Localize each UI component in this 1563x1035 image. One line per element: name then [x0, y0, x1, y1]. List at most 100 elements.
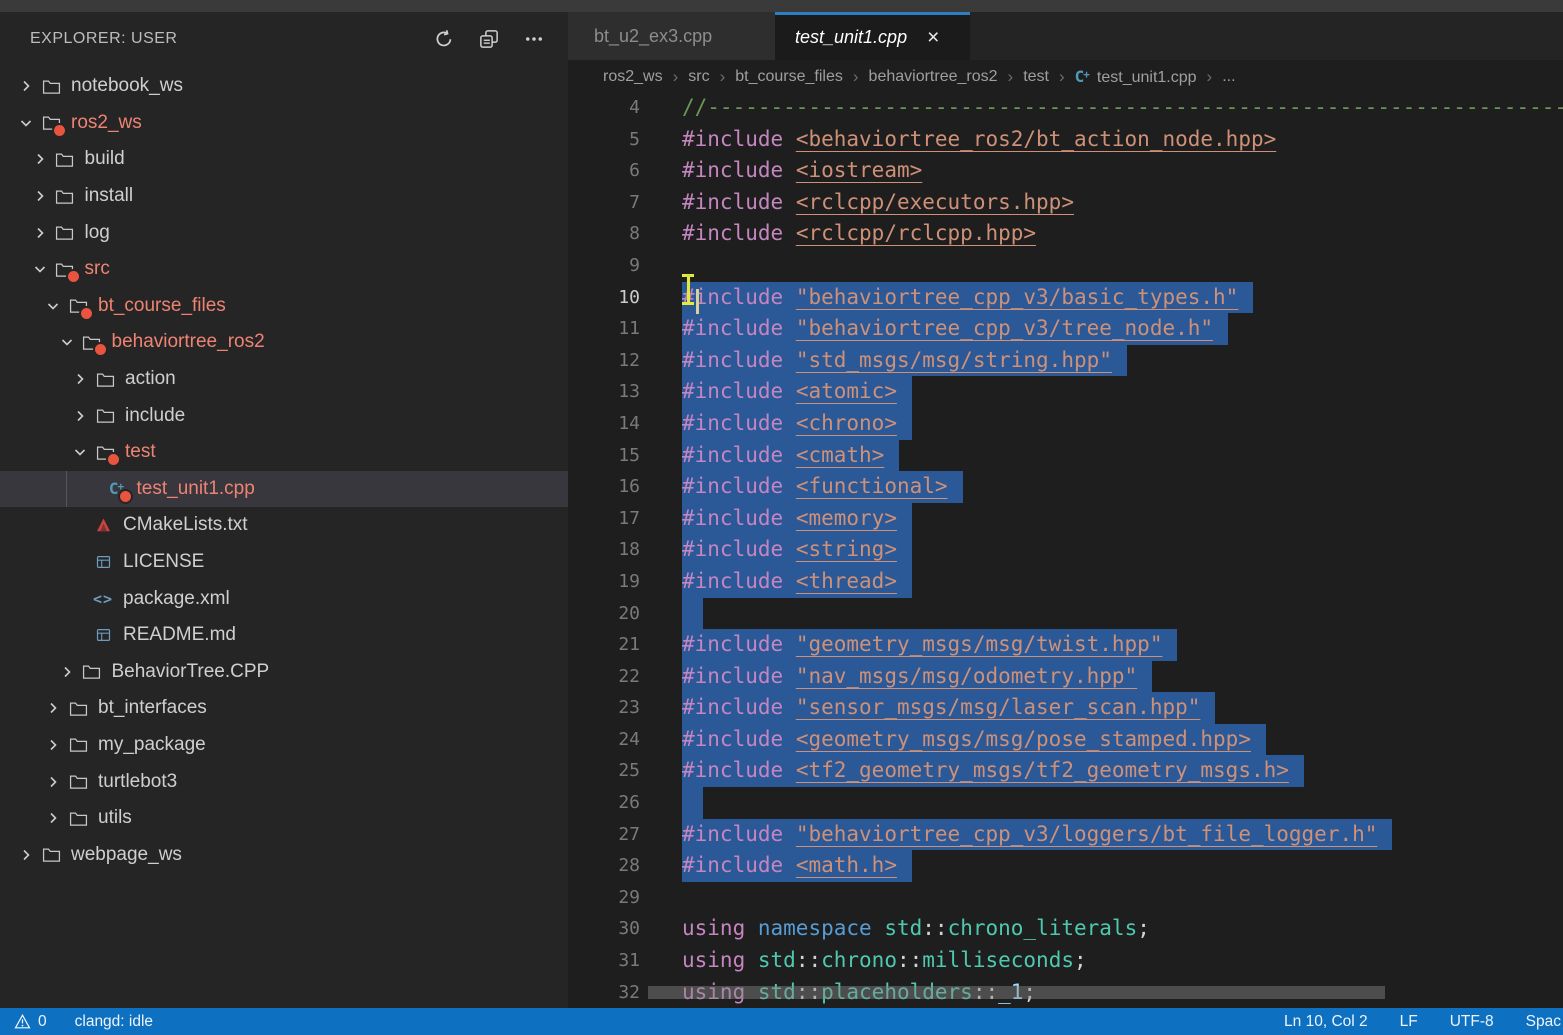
- line-number[interactable]: 20: [568, 598, 640, 630]
- code-line-29[interactable]: 29: [568, 882, 1563, 914]
- tree-item-test[interactable]: test: [0, 434, 568, 471]
- chevron-right-icon[interactable]: [41, 700, 65, 716]
- tree-item-ros2_ws[interactable]: ros2_ws: [0, 105, 568, 142]
- breadcrumb-item[interactable]: C+test_unit1.cpp: [1075, 67, 1197, 87]
- line-number[interactable]: 4: [568, 92, 640, 124]
- chevron-down-icon[interactable]: [68, 444, 92, 460]
- chevron-right-icon[interactable]: [28, 188, 52, 204]
- chevron-down-icon[interactable]: [14, 115, 38, 131]
- tree-item-src[interactable]: src: [0, 251, 568, 288]
- code-line-16[interactable]: 16#include <functional>: [568, 471, 1563, 503]
- chevron-right-icon[interactable]: [28, 225, 52, 241]
- code-line-11[interactable]: 11#include "behaviortree_cpp_v3/tree_nod…: [568, 313, 1563, 345]
- code-line-21[interactable]: 21#include "geometry_msgs/msg/twist.hpp": [568, 629, 1563, 661]
- chevron-right-icon[interactable]: [55, 664, 79, 680]
- code-line-20[interactable]: 20: [568, 598, 1563, 630]
- code-line-4[interactable]: 4//-------------------------------------…: [568, 92, 1563, 124]
- line-number[interactable]: 26: [568, 787, 640, 819]
- code-line-6[interactable]: 6#include <iostream>: [568, 155, 1563, 187]
- breadcrumb-item[interactable]: bt_course_files: [735, 68, 843, 86]
- line-number[interactable]: 19: [568, 566, 640, 598]
- code-line-9[interactable]: 9: [568, 250, 1563, 282]
- chevron-right-icon[interactable]: [68, 371, 92, 387]
- encoding-indicator[interactable]: UTF-8: [1450, 1013, 1494, 1031]
- code-line-17[interactable]: 17#include <memory>: [568, 503, 1563, 535]
- code-line-7[interactable]: 7#include <rclcpp/executors.hpp>: [568, 187, 1563, 219]
- tree-item-behaviortree_ros2[interactable]: behaviortree_ros2: [0, 324, 568, 361]
- code-line-15[interactable]: 15#include <cmath>: [568, 440, 1563, 472]
- line-number[interactable]: 12: [568, 345, 640, 377]
- tree-item-notebook_ws[interactable]: notebook_ws: [0, 68, 568, 105]
- code-line-26[interactable]: 26: [568, 787, 1563, 819]
- chevron-right-icon[interactable]: [41, 737, 65, 753]
- chevron-right-icon[interactable]: [28, 151, 52, 167]
- code-line-19[interactable]: 19#include <thread>: [568, 566, 1563, 598]
- chevron-right-icon[interactable]: [68, 408, 92, 424]
- tree-item-action[interactable]: action: [0, 361, 568, 398]
- more-actions-icon[interactable]: [524, 29, 544, 49]
- breadcrumb-item[interactable]: src: [688, 68, 709, 86]
- tree-item-bt_course_files[interactable]: bt_course_files: [0, 288, 568, 325]
- tree-item-CMakeLists.txt[interactable]: CMakeLists.txt: [0, 507, 568, 544]
- breadcrumb-item[interactable]: test: [1023, 68, 1049, 86]
- tab-bt_u2_ex3[interactable]: bt_u2_ex3.cpp: [568, 12, 775, 60]
- code-line-22[interactable]: 22#include "nav_msgs/msg/odometry.hpp": [568, 661, 1563, 693]
- chevron-right-icon[interactable]: [14, 847, 38, 863]
- tree-item-BehaviorTree.CPP[interactable]: BehaviorTree.CPP: [0, 654, 568, 691]
- line-number[interactable]: 14: [568, 408, 640, 440]
- tree-item-my_package[interactable]: my_package: [0, 727, 568, 764]
- tree-item-README.md[interactable]: README.md: [0, 617, 568, 654]
- chevron-down-icon[interactable]: [28, 261, 52, 277]
- line-number[interactable]: 23: [568, 692, 640, 724]
- code-line-18[interactable]: 18#include <string>: [568, 534, 1563, 566]
- line-number[interactable]: 25: [568, 755, 640, 787]
- code-line-12[interactable]: 12#include "std_msgs/msg/string.hpp": [568, 345, 1563, 377]
- code-line-30[interactable]: 30using namespace std::chrono_literals;: [568, 913, 1563, 945]
- tree-item-install[interactable]: install: [0, 178, 568, 215]
- line-number[interactable]: 32: [568, 977, 640, 1008]
- code-line-31[interactable]: 31using std::chrono::milliseconds;: [568, 945, 1563, 977]
- line-number[interactable]: 29: [568, 882, 640, 914]
- code-line-8[interactable]: 8#include <rclcpp/rclcpp.hpp>: [568, 218, 1563, 250]
- chevron-right-icon[interactable]: [41, 810, 65, 826]
- line-number[interactable]: 8: [568, 218, 640, 250]
- line-number[interactable]: 10: [568, 282, 640, 314]
- line-number[interactable]: 21: [568, 629, 640, 661]
- code-line-25[interactable]: 25#include <tf2_geometry_msgs/tf2_geomet…: [568, 755, 1563, 787]
- line-number[interactable]: 13: [568, 376, 640, 408]
- line-number[interactable]: 7: [568, 187, 640, 219]
- tree-item-utils[interactable]: utils: [0, 800, 568, 837]
- line-number[interactable]: 17: [568, 503, 640, 535]
- line-number[interactable]: 27: [568, 819, 640, 851]
- line-number[interactable]: 5: [568, 124, 640, 156]
- tree-item-bt_interfaces[interactable]: bt_interfaces: [0, 690, 568, 727]
- breadcrumb-item[interactable]: ...: [1222, 68, 1235, 86]
- tree-item-LICENSE[interactable]: LICENSE: [0, 544, 568, 581]
- code-line-24[interactable]: 24#include <geometry_msgs/msg/pose_stamp…: [568, 724, 1563, 756]
- eol-indicator[interactable]: LF: [1400, 1013, 1418, 1031]
- line-number[interactable]: 22: [568, 661, 640, 693]
- line-number[interactable]: 24: [568, 724, 640, 756]
- line-number[interactable]: 9: [568, 250, 640, 282]
- code-line-13[interactable]: 13#include <atomic>: [568, 376, 1563, 408]
- clangd-status[interactable]: clangd: idle: [75, 1013, 153, 1031]
- chevron-down-icon[interactable]: [41, 298, 65, 314]
- code-line-5[interactable]: 5#include <behaviortree_ros2/bt_action_n…: [568, 124, 1563, 156]
- indent-indicator[interactable]: Spac: [1526, 1013, 1561, 1031]
- line-number[interactable]: 15: [568, 440, 640, 472]
- chevron-right-icon[interactable]: [14, 78, 38, 94]
- tree-item-log[interactable]: log: [0, 214, 568, 251]
- chevron-right-icon[interactable]: [41, 774, 65, 790]
- horizontal-scrollbar-thumb[interactable]: [648, 986, 1385, 999]
- collapse-folders-icon[interactable]: [479, 29, 499, 49]
- code-line-27[interactable]: 27#include "behaviortree_cpp_v3/loggers/…: [568, 819, 1563, 851]
- code-editor[interactable]: 4//-------------------------------------…: [568, 92, 1563, 1008]
- code-line-23[interactable]: 23#include "sensor_msgs/msg/laser_scan.h…: [568, 692, 1563, 724]
- breadcrumb-item[interactable]: behaviortree_ros2: [869, 68, 998, 86]
- code-line-28[interactable]: 28#include <math.h>: [568, 850, 1563, 882]
- breadcrumb-item[interactable]: ros2_ws: [603, 68, 663, 86]
- close-icon[interactable]: ×: [927, 27, 939, 48]
- tree-item-include[interactable]: include: [0, 397, 568, 434]
- line-number[interactable]: 16: [568, 471, 640, 503]
- tree-item-webpage_ws[interactable]: webpage_ws: [0, 836, 568, 873]
